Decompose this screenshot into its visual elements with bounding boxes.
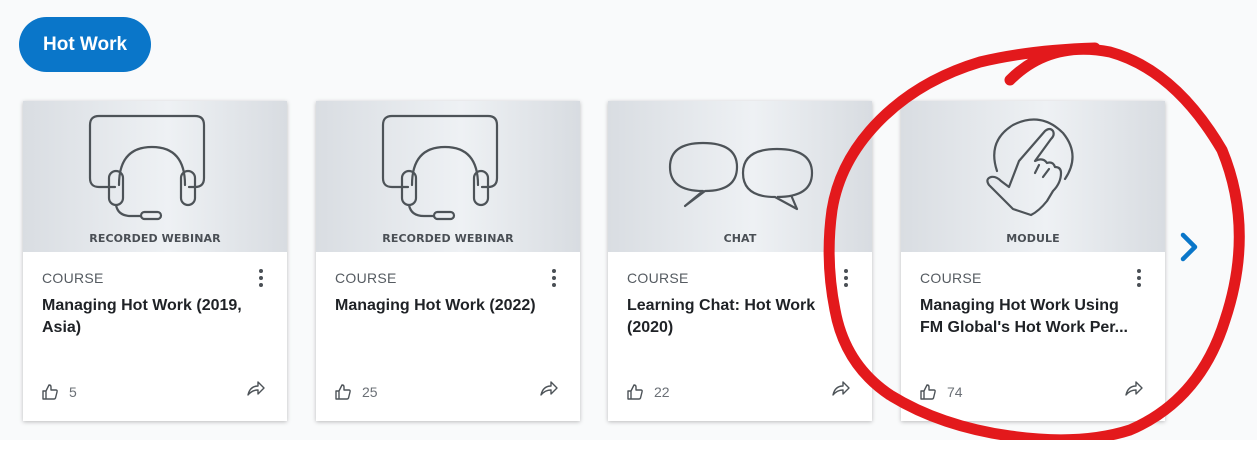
kebab-menu-icon[interactable] <box>836 266 856 290</box>
headset-monitor-icon <box>88 114 206 221</box>
card-title[interactable]: Managing Hot Work Using FM Global's Hot … <box>920 295 1143 339</box>
carousel-next-button[interactable] <box>1175 231 1203 263</box>
like-button[interactable]: 22 <box>626 383 670 401</box>
like-count: 25 <box>362 384 378 400</box>
card-type-label: COURSE <box>920 270 982 286</box>
like-count: 22 <box>654 384 670 400</box>
thumbnail-type-label: RECORDED WEBINAR <box>382 232 514 245</box>
card-thumbnail: CHAT <box>608 101 872 252</box>
touch-hand-icon <box>986 118 1074 217</box>
share-arrow-icon <box>1125 381 1143 396</box>
share-button[interactable] <box>1125 380 1143 401</box>
card-title[interactable]: Learning Chat: Hot Work (2020) <box>627 295 850 339</box>
kebab-menu-icon[interactable] <box>251 266 271 290</box>
thumbs-up-icon <box>627 384 643 400</box>
chat-bubbles-icon <box>668 141 814 211</box>
course-card[interactable]: RECORDED WEBINAR COURSE Managing Hot Wor… <box>316 101 580 421</box>
like-button[interactable]: 25 <box>334 383 378 401</box>
card-thumbnail: RECORDED WEBINAR <box>316 101 580 252</box>
thumbnail-type-label: CHAT <box>723 232 757 245</box>
kebab-menu-icon[interactable] <box>1129 266 1149 290</box>
kebab-menu-icon[interactable] <box>544 266 564 290</box>
thumbnail-type-label: MODULE <box>1006 232 1060 245</box>
card-thumbnail: RECORDED WEBINAR <box>23 101 287 252</box>
course-card[interactable]: MODULE COURSE Managing Hot Work Using FM… <box>901 101 1165 421</box>
card-type-label: COURSE <box>42 270 104 286</box>
card-type-label: COURSE <box>335 270 397 286</box>
share-arrow-icon <box>832 381 850 396</box>
card-title[interactable]: Managing Hot Work (2022) <box>335 295 558 317</box>
card-thumbnail: MODULE <box>901 101 1165 252</box>
share-button[interactable] <box>832 380 850 401</box>
like-count: 5 <box>69 384 77 400</box>
card-type-label: COURSE <box>627 270 689 286</box>
card-title[interactable]: Managing Hot Work (2019, Asia) <box>42 295 265 339</box>
carousel-section: Hot Work RECORDED WEBINAR COURSE Managin… <box>0 0 1257 456</box>
thumbs-up-icon <box>335 384 351 400</box>
share-button[interactable] <box>247 380 265 401</box>
like-button[interactable]: 5 <box>41 383 77 401</box>
chevron-right-icon <box>1180 232 1198 262</box>
hot-work-tag-button[interactable]: Hot Work <box>19 17 152 72</box>
course-card[interactable]: RECORDED WEBINAR COURSE Managing Hot Wor… <box>23 101 287 421</box>
like-button[interactable]: 74 <box>919 383 963 401</box>
thumbs-up-icon <box>920 384 936 400</box>
like-count: 74 <box>947 384 963 400</box>
headset-monitor-icon <box>381 114 499 221</box>
thumbnail-type-label: RECORDED WEBINAR <box>89 232 221 245</box>
course-card[interactable]: CHAT COURSE Learning Chat: Hot Work (202… <box>608 101 872 421</box>
thumbs-up-icon <box>42 384 58 400</box>
share-button[interactable] <box>540 380 558 401</box>
share-arrow-icon <box>540 381 558 396</box>
share-arrow-icon <box>247 381 265 396</box>
